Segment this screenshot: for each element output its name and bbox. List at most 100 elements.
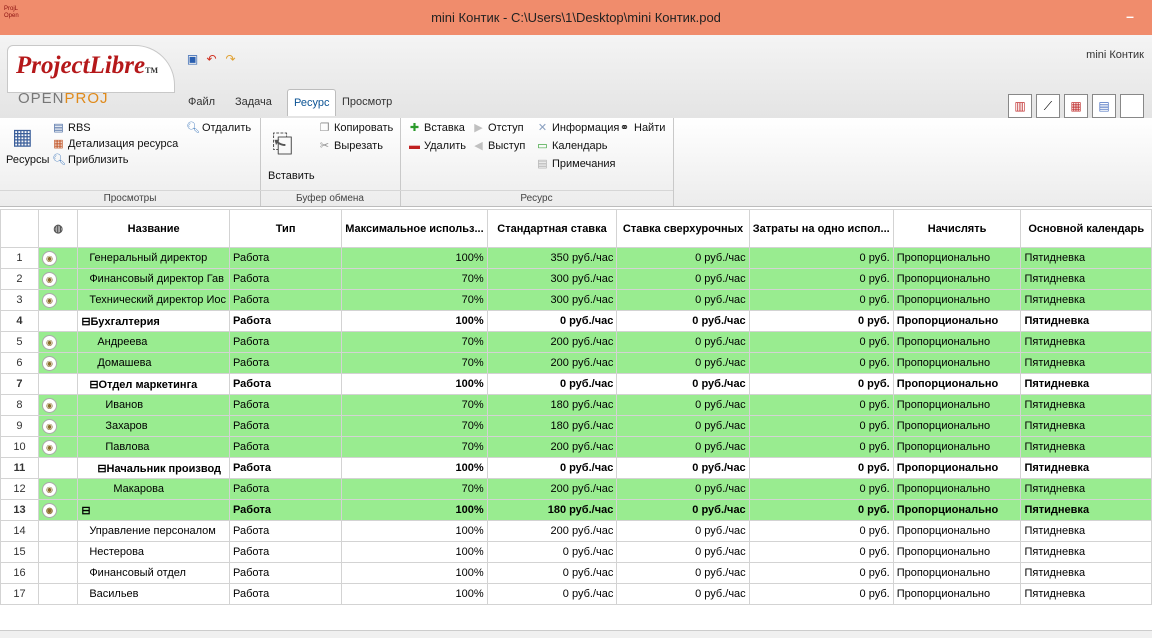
accrue-cell[interactable]: Пропорционально <box>892 247 1022 269</box>
cost-per-use-cell[interactable]: 0 руб. <box>748 457 894 479</box>
indent-button[interactable]: ▶ Отступ <box>472 122 523 134</box>
overtime-rate-cell[interactable]: 0 руб./час <box>616 478 750 500</box>
calendar-cell[interactable]: Пятидневка <box>1020 373 1152 395</box>
accrue-cell[interactable]: Пропорционально <box>892 541 1022 563</box>
calendar-cell[interactable]: Пятидневка <box>1020 478 1152 500</box>
cost-per-use-cell[interactable]: 0 руб. <box>748 373 894 395</box>
cost-per-use-cell[interactable]: 0 руб. <box>748 310 894 332</box>
standard-rate-cell[interactable]: 200 руб./час <box>486 478 618 500</box>
notes-button[interactable]: ▤ Примечания <box>536 158 615 170</box>
type-cell[interactable]: Работа <box>228 499 343 521</box>
table-row[interactable]: 16 Финансовый отдел Работа 100% 0 руб./час 0 … <box>0 562 1152 584</box>
accrue-cell[interactable]: Пропорционально <box>892 415 1022 437</box>
indicator-cell[interactable]: ◉ <box>37 352 79 374</box>
max-units-cell[interactable]: 100% <box>341 583 488 605</box>
cost-per-use-cell[interactable]: 0 руб. <box>748 247 894 269</box>
row-number[interactable]: 1 <box>0 247 39 269</box>
name-cell[interactable]: Домашева <box>77 352 230 374</box>
standard-rate-cell[interactable]: 200 руб./час <box>486 436 618 458</box>
table-row[interactable]: 11 ⊟Начальник производ Работа 100% 0 руб./ча… <box>0 457 1152 479</box>
row-number[interactable]: 8 <box>0 394 39 416</box>
name-cell[interactable]: ⊟Отдел маркетинга <box>77 373 230 395</box>
row-number[interactable]: 4 <box>0 310 39 332</box>
col-header-accrue[interactable]: Начислять <box>892 209 1022 248</box>
row-number[interactable]: 13 <box>0 499 39 521</box>
cost-per-use-cell[interactable]: 0 руб. <box>748 352 894 374</box>
standard-rate-cell[interactable]: 0 руб./час <box>486 583 618 605</box>
calendar-button[interactable]: ▭ Календарь <box>536 140 607 152</box>
type-cell[interactable]: Работа <box>228 268 343 290</box>
accrue-cell[interactable]: Пропорционально <box>892 478 1022 500</box>
cost-per-use-cell[interactable]: 0 руб. <box>748 436 894 458</box>
table-row[interactable]: 10 ◉ Павлова Работа 70% 200 руб./час 0 руб./ча… <box>0 436 1152 458</box>
type-cell[interactable]: Работа <box>228 541 343 563</box>
table-row[interactable]: 3 ◉ Технический директор Иос Работа 70% 300 р… <box>0 289 1152 311</box>
name-cell[interactable]: Васильев <box>77 583 230 605</box>
tab-project[interactable]: mini Контик <box>1086 49 1144 61</box>
indicator-cell[interactable] <box>37 541 79 563</box>
resource-chart-icon[interactable]: ⟋ <box>1036 94 1060 118</box>
indicator-cell[interactable]: ◉ <box>37 247 79 269</box>
max-units-cell[interactable]: 100% <box>341 562 488 584</box>
cost-per-use-cell[interactable]: 0 руб. <box>748 331 894 353</box>
standard-rate-cell[interactable]: 0 руб./час <box>486 562 618 584</box>
max-units-cell[interactable]: 100% <box>341 541 488 563</box>
name-cell[interactable]: Андреева <box>77 331 230 353</box>
max-units-cell[interactable]: 100% <box>341 310 488 332</box>
max-units-cell[interactable]: 70% <box>341 289 488 311</box>
indicator-cell[interactable] <box>37 562 79 584</box>
type-cell[interactable]: Работа <box>228 394 343 416</box>
overtime-rate-cell[interactable]: 0 руб./час <box>616 583 750 605</box>
indicator-cell[interactable]: ◉ <box>37 289 79 311</box>
overtime-rate-cell[interactable]: 0 руб./час <box>616 289 750 311</box>
name-cell[interactable]: Управление персоналом <box>77 520 230 542</box>
overtime-rate-cell[interactable]: 0 руб./час <box>616 373 750 395</box>
calendar-cell[interactable]: Пятидневка <box>1020 247 1152 269</box>
calendar-cell[interactable]: Пятидневка <box>1020 310 1152 332</box>
overtime-rate-cell[interactable]: 0 руб./час <box>616 415 750 437</box>
max-units-cell[interactable]: 100% <box>341 247 488 269</box>
calendar-cell[interactable]: Пятидневка <box>1020 562 1152 584</box>
type-cell[interactable]: Работа <box>228 289 343 311</box>
standard-rate-cell[interactable]: 200 руб./час <box>486 520 618 542</box>
calendar-cell[interactable]: Пятидневка <box>1020 415 1152 437</box>
row-number[interactable]: 6 <box>0 352 39 374</box>
accrue-cell[interactable]: Пропорционально <box>892 583 1022 605</box>
info-button[interactable]: ✕ Информация <box>536 122 619 134</box>
name-cell[interactable]: Финансовый директор Гав <box>77 268 230 290</box>
row-number[interactable]: 10 <box>0 436 39 458</box>
name-cell[interactable]: Нестерова <box>77 541 230 563</box>
name-cell[interactable]: ⊟ <box>77 499 230 521</box>
undo-icon[interactable]: ↶ <box>205 53 218 66</box>
tab-file[interactable]: Файл <box>182 89 221 115</box>
accrue-cell[interactable]: Пропорционально <box>892 268 1022 290</box>
row-number[interactable]: 14 <box>0 520 39 542</box>
cost-per-use-cell[interactable]: 0 руб. <box>748 520 894 542</box>
standard-rate-cell[interactable]: 0 руб./час <box>486 541 618 563</box>
type-cell[interactable]: Работа <box>228 373 343 395</box>
accrue-cell[interactable]: Пропорционально <box>892 289 1022 311</box>
calendar-cell[interactable]: Пятидневка <box>1020 436 1152 458</box>
insert-button[interactable]: ✚ Вставка <box>408 122 465 134</box>
resource-table-icon[interactable]: ▤ <box>1092 94 1116 118</box>
col-header-name[interactable]: Название <box>77 209 230 248</box>
table-row[interactable]: 12 ◉ Макарова Работа 70% 200 руб./час 0 руб./ч… <box>0 478 1152 500</box>
indicator-cell[interactable] <box>37 583 79 605</box>
max-units-cell[interactable]: 100% <box>341 457 488 479</box>
overtime-rate-cell[interactable]: 0 руб./час <box>616 394 750 416</box>
indicator-cell[interactable]: ◉ <box>37 436 79 458</box>
overtime-rate-cell[interactable]: 0 руб./час <box>616 499 750 521</box>
cost-per-use-cell[interactable]: 0 руб. <box>748 268 894 290</box>
row-number[interactable]: 11 <box>0 457 39 479</box>
standard-rate-cell[interactable]: 200 руб./час <box>486 352 618 374</box>
col-header-type[interactable]: Тип <box>228 209 343 248</box>
max-units-cell[interactable]: 70% <box>341 394 488 416</box>
calendar-cell[interactable]: Пятидневка <box>1020 289 1152 311</box>
zoom-out-button[interactable]: 🔍︎ Отдалить <box>186 122 251 134</box>
name-cell[interactable]: ⊟Бухгалтерия <box>77 310 230 332</box>
find-button[interactable]: ⚭ Найти <box>618 122 666 134</box>
type-cell[interactable]: Работа <box>228 352 343 374</box>
name-cell[interactable]: Павлова <box>77 436 230 458</box>
indicator-cell[interactable] <box>37 520 79 542</box>
copy-button[interactable]: ❐ Копировать <box>318 122 394 134</box>
